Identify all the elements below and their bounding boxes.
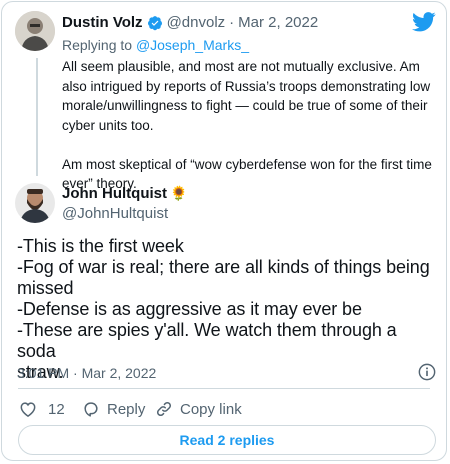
- parent-header: Dustin Volz @dnvolz · Mar 2, 2022: [62, 14, 318, 31]
- reply-label: Reply: [107, 400, 146, 418]
- reply-bubble-icon: [81, 399, 101, 419]
- main-text-line: -Fog of war is real; there are all kinds…: [17, 257, 430, 277]
- info-icon[interactable]: [418, 363, 436, 386]
- replying-prefix: Replying to: [62, 37, 136, 53]
- like-button[interactable]: 12: [18, 399, 65, 419]
- main-header: John Hultquist 🌻: [62, 185, 187, 202]
- copy-link-button[interactable]: Copy link: [154, 399, 242, 419]
- copy-link-label: Copy link: [180, 400, 242, 418]
- tweet-card: Dustin Volz @dnvolz · Mar 2, 2022 Replyi…: [1, 1, 447, 461]
- verified-badge-icon: [147, 15, 163, 31]
- heart-icon: [18, 399, 38, 419]
- parent-text-line: also intrigued by reports of Russia’s tr…: [62, 78, 431, 94]
- sunflower-emoji: 🌻: [170, 185, 188, 201]
- like-count: 12: [48, 400, 65, 418]
- parent-text-line: morale/unwillingness to fight — could be…: [62, 98, 428, 113]
- main-text-line: -These are spies y'all. We watch them th…: [17, 320, 397, 361]
- twitter-bird-icon[interactable]: [412, 12, 436, 37]
- parent-author-name[interactable]: Dustin Volz: [62, 14, 143, 31]
- main-handle[interactable]: @JohnHultquist: [62, 205, 168, 222]
- main-text-line: -This is the first week: [17, 236, 184, 256]
- parent-handle[interactable]: @dnvolz: [167, 14, 226, 31]
- main-text-line: -Defense is as aggressive as it may ever…: [17, 299, 362, 319]
- thread-connector-line: [36, 58, 38, 176]
- main-text-line: missed: [17, 278, 74, 298]
- main-timestamp[interactable]: 3:01 PM · Mar 2, 2022: [17, 365, 156, 381]
- main-author-name[interactable]: John Hultquist: [62, 185, 167, 202]
- parent-text-line: Am most skeptical of “wow cyberdefense w…: [62, 156, 432, 172]
- main-tweet-text: -This is the first week -Fog of war is r…: [17, 236, 437, 383]
- parent-tweet-text: All seem plausible, and most are not mut…: [62, 57, 442, 194]
- reply-button[interactable]: Reply: [81, 399, 145, 419]
- parent-avatar[interactable]: [15, 11, 55, 51]
- divider: [18, 388, 430, 389]
- read-replies-label: Read 2 replies: [179, 432, 275, 448]
- main-avatar[interactable]: [15, 183, 55, 223]
- parent-separator: ·: [229, 14, 235, 31]
- replying-to-handle[interactable]: @Joseph_Marks_: [136, 37, 249, 53]
- read-replies-button[interactable]: Read 2 replies: [18, 425, 436, 455]
- replying-to-line: Replying to @Joseph_Marks_: [62, 37, 249, 53]
- link-icon: [154, 399, 174, 419]
- parent-date[interactable]: Mar 2, 2022: [238, 14, 318, 31]
- parent-text-line: cyber units too.: [62, 117, 154, 133]
- parent-text-line: All seem plausible, and most are not mut…: [62, 59, 420, 74]
